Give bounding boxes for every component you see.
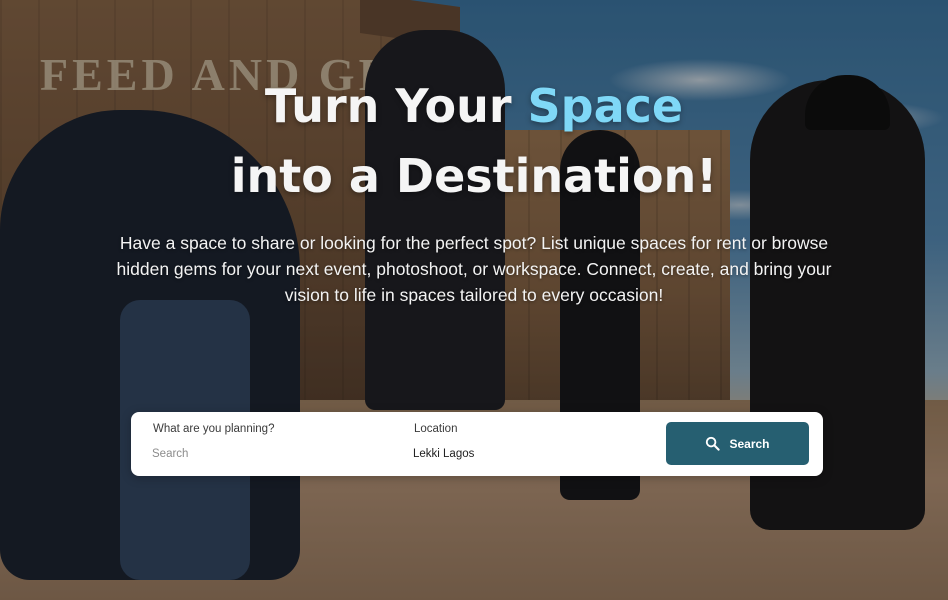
hero-title-accent: Space xyxy=(527,79,684,133)
search-button-label: Search xyxy=(729,436,770,451)
location-input[interactable] xyxy=(413,443,643,465)
search-icon xyxy=(706,436,721,451)
hero-description: Have a space to share or looking for the… xyxy=(116,233,832,305)
hero-title-part1: Turn Your xyxy=(264,79,528,133)
hero-title-line1: Turn Your Space xyxy=(0,70,948,142)
search-bar: What are you planning? Location Search xyxy=(131,412,823,476)
hero-title-line2: into a Destination! xyxy=(230,149,718,203)
location-label: Location xyxy=(414,423,458,435)
planning-field: What are you planning? xyxy=(152,412,393,476)
search-button[interactable]: Search xyxy=(666,422,809,465)
planning-label: What are you planning? xyxy=(153,423,275,435)
planning-search-input[interactable] xyxy=(152,443,382,465)
location-field: Location xyxy=(413,412,654,476)
